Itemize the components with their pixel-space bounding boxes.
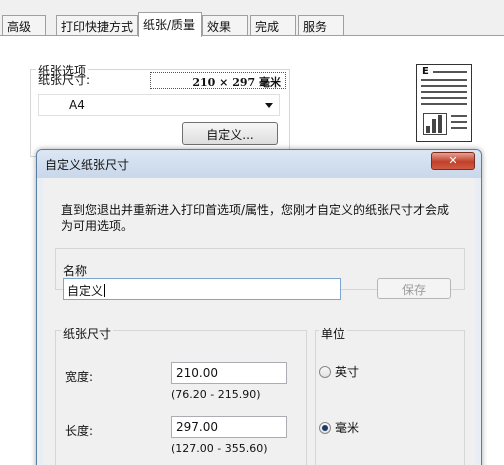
preview-text-line [451,121,467,123]
tab-paper-quality[interactable]: 纸张/质量 [138,12,202,37]
preview-text-line [433,71,467,73]
unit-inch-label[interactable]: 英寸 [335,363,359,380]
unit-mm-radio[interactable] [319,422,331,434]
info-message: 直到您退出并重新进入打印首选项/属性，您刚才自定义的纸张尺寸才会成为可用选项。 [61,203,450,233]
paper-size-select[interactable]: A4 [38,94,280,116]
chevron-down-icon [265,103,273,108]
paper-size-label: 纸张尺寸: [38,73,91,87]
preview-chart-icon [423,113,447,135]
custom-paper-size-dialog: 自定义纸张尺寸 ✕ 直到您退出并重新进入打印首选项/属性，您刚才自定义的纸张尺寸… [36,149,482,465]
tab-advanced[interactable]: 高级 [2,15,46,36]
name-input[interactable]: 自定义 [63,278,341,300]
page-preview: E [416,64,472,142]
tab-print-shortcuts[interactable]: 打印快捷方式 [56,15,138,36]
width-label: 宽度: [65,370,94,384]
paper-size-group-title: 纸张尺寸 [61,325,114,342]
name-input-value: 自定义 [67,284,104,298]
name-label: 名称 [61,262,90,279]
tab-effects[interactable]: 效果 [202,15,248,36]
preview-text-line [451,127,467,129]
save-button[interactable]: 保存 [377,278,451,299]
preview-text-line [421,79,467,81]
preview-text-line [421,97,467,99]
close-button[interactable]: ✕ [431,152,475,170]
tab-services[interactable]: 服务 [298,15,344,36]
text-caret [104,284,106,297]
paper-size-readout: 210 × 297 毫米 [150,72,286,89]
tab-finishing[interactable]: 完成 [250,15,296,36]
preview-chart-bar [438,115,442,133]
width-input[interactable]: 210.00 [171,362,287,384]
preview-text-line [421,91,467,93]
paper-size-selected: A4 [69,98,85,112]
unit-inch-radio[interactable] [319,366,331,378]
close-icon: ✕ [448,154,458,167]
preview-text-line [421,103,467,105]
dialog-body: 直到您退出并重新进入打印首选项/属性，您刚才自定义的纸张尺寸才会成为可用选项。 … [43,178,475,465]
length-label: 长度: [65,424,94,438]
length-input[interactable]: 297.00 [171,416,287,438]
unit-group-title: 单位 [319,325,348,342]
width-range: (76.20 - 215.90) [171,388,261,401]
custom-size-button[interactable]: 自定义... [182,122,278,145]
dialog-title: 自定义纸张尺寸 [45,158,130,172]
preview-text-line [421,85,467,87]
dialog-titlebar[interactable]: 自定义纸张尺寸 ✕ [37,150,481,178]
preview-chart-bar [426,126,430,133]
tab-strip: 高级 打印快捷方式 纸张/质量 效果 完成 服务 [0,0,504,37]
preview-chart-bar [432,119,436,133]
length-range: (127.00 - 355.60) [171,442,268,455]
screen: 高级 打印快捷方式 纸张/质量 效果 完成 服务 纸张选项 纸张尺寸: 210 … [0,0,504,465]
preview-text-line [451,115,467,117]
unit-mm-label[interactable]: 毫米 [335,419,359,436]
unit-group [315,330,465,465]
preview-letter: E [422,66,429,77]
